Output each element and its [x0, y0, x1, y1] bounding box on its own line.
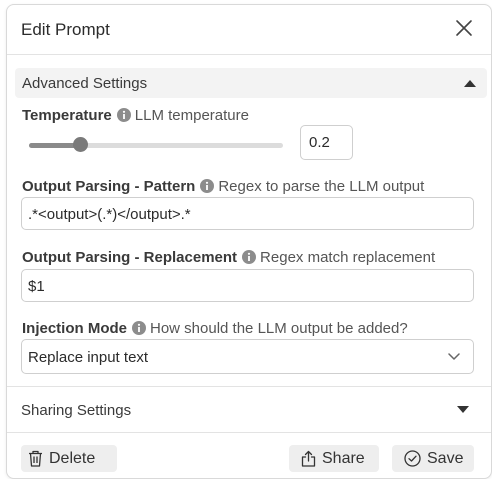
- temperature-label: Temperature: [22, 107, 112, 124]
- replacement-label: Output Parsing - Replacement: [22, 249, 238, 266]
- injection-description: How should the LLM output be added?: [150, 320, 408, 337]
- temperature-slider[interactable]: [29, 137, 283, 152]
- delete-button[interactable]: Delete: [21, 445, 117, 472]
- trash-icon: [29, 450, 42, 467]
- caret-down-icon: [457, 406, 469, 413]
- chevron-down-icon: [448, 353, 460, 360]
- temperature-input[interactable]: 0.2: [300, 125, 353, 160]
- advanced-settings-label: Advanced Settings: [22, 75, 148, 92]
- replacement-label-row: Output Parsing - Replacement Regex match …: [22, 249, 435, 266]
- save-button[interactable]: Save: [392, 445, 474, 472]
- edit-prompt-dialog: Edit Prompt Advanced Settings Temperatur…: [6, 4, 492, 479]
- injection-label-row: Injection Mode How should the LLM output …: [22, 320, 408, 337]
- replacement-description: Regex match replacement: [260, 249, 436, 266]
- temperature-slider-thumb[interactable]: [72, 137, 88, 152]
- sharing-settings-label: Sharing Settings: [21, 402, 132, 419]
- caret-up-icon: [464, 80, 476, 87]
- temperature-label-row: Temperature LLM temperature: [22, 107, 249, 124]
- save-label: Save: [427, 450, 464, 467]
- dialog-header: Edit Prompt: [7, 5, 491, 55]
- info-icon: [116, 108, 131, 122]
- share-label: Share: [322, 450, 365, 467]
- injection-mode-value: Replace input text: [28, 349, 149, 366]
- info-icon: [132, 321, 146, 335]
- injection-label: Injection Mode: [22, 320, 127, 337]
- pattern-label: Output Parsing - Pattern: [22, 178, 196, 195]
- pattern-description: Regex to parse the LLM output: [218, 178, 425, 195]
- pattern-label-row: Output Parsing - Pattern Regex to parse t…: [22, 178, 424, 195]
- delete-label: Delete: [49, 450, 96, 467]
- injection-mode-select[interactable]: Replace input text: [21, 339, 474, 374]
- sharing-settings-toggle[interactable]: Sharing Settings: [7, 387, 491, 431]
- share-icon: [301, 450, 316, 467]
- share-button[interactable]: Share: [289, 445, 379, 472]
- divider: [7, 432, 491, 433]
- temperature-description: LLM temperature: [134, 107, 249, 124]
- pattern-input[interactable]: .*<output>(.*)</output>.*: [21, 197, 474, 230]
- info-icon: [242, 250, 257, 264]
- check-circle-icon: [404, 450, 421, 467]
- info-icon: [200, 179, 215, 193]
- replacement-input[interactable]: $1: [21, 269, 474, 302]
- close-icon[interactable]: [455, 19, 473, 37]
- advanced-settings-toggle[interactable]: Advanced Settings: [15, 68, 487, 98]
- dialog-title: Edit Prompt: [21, 20, 110, 39]
